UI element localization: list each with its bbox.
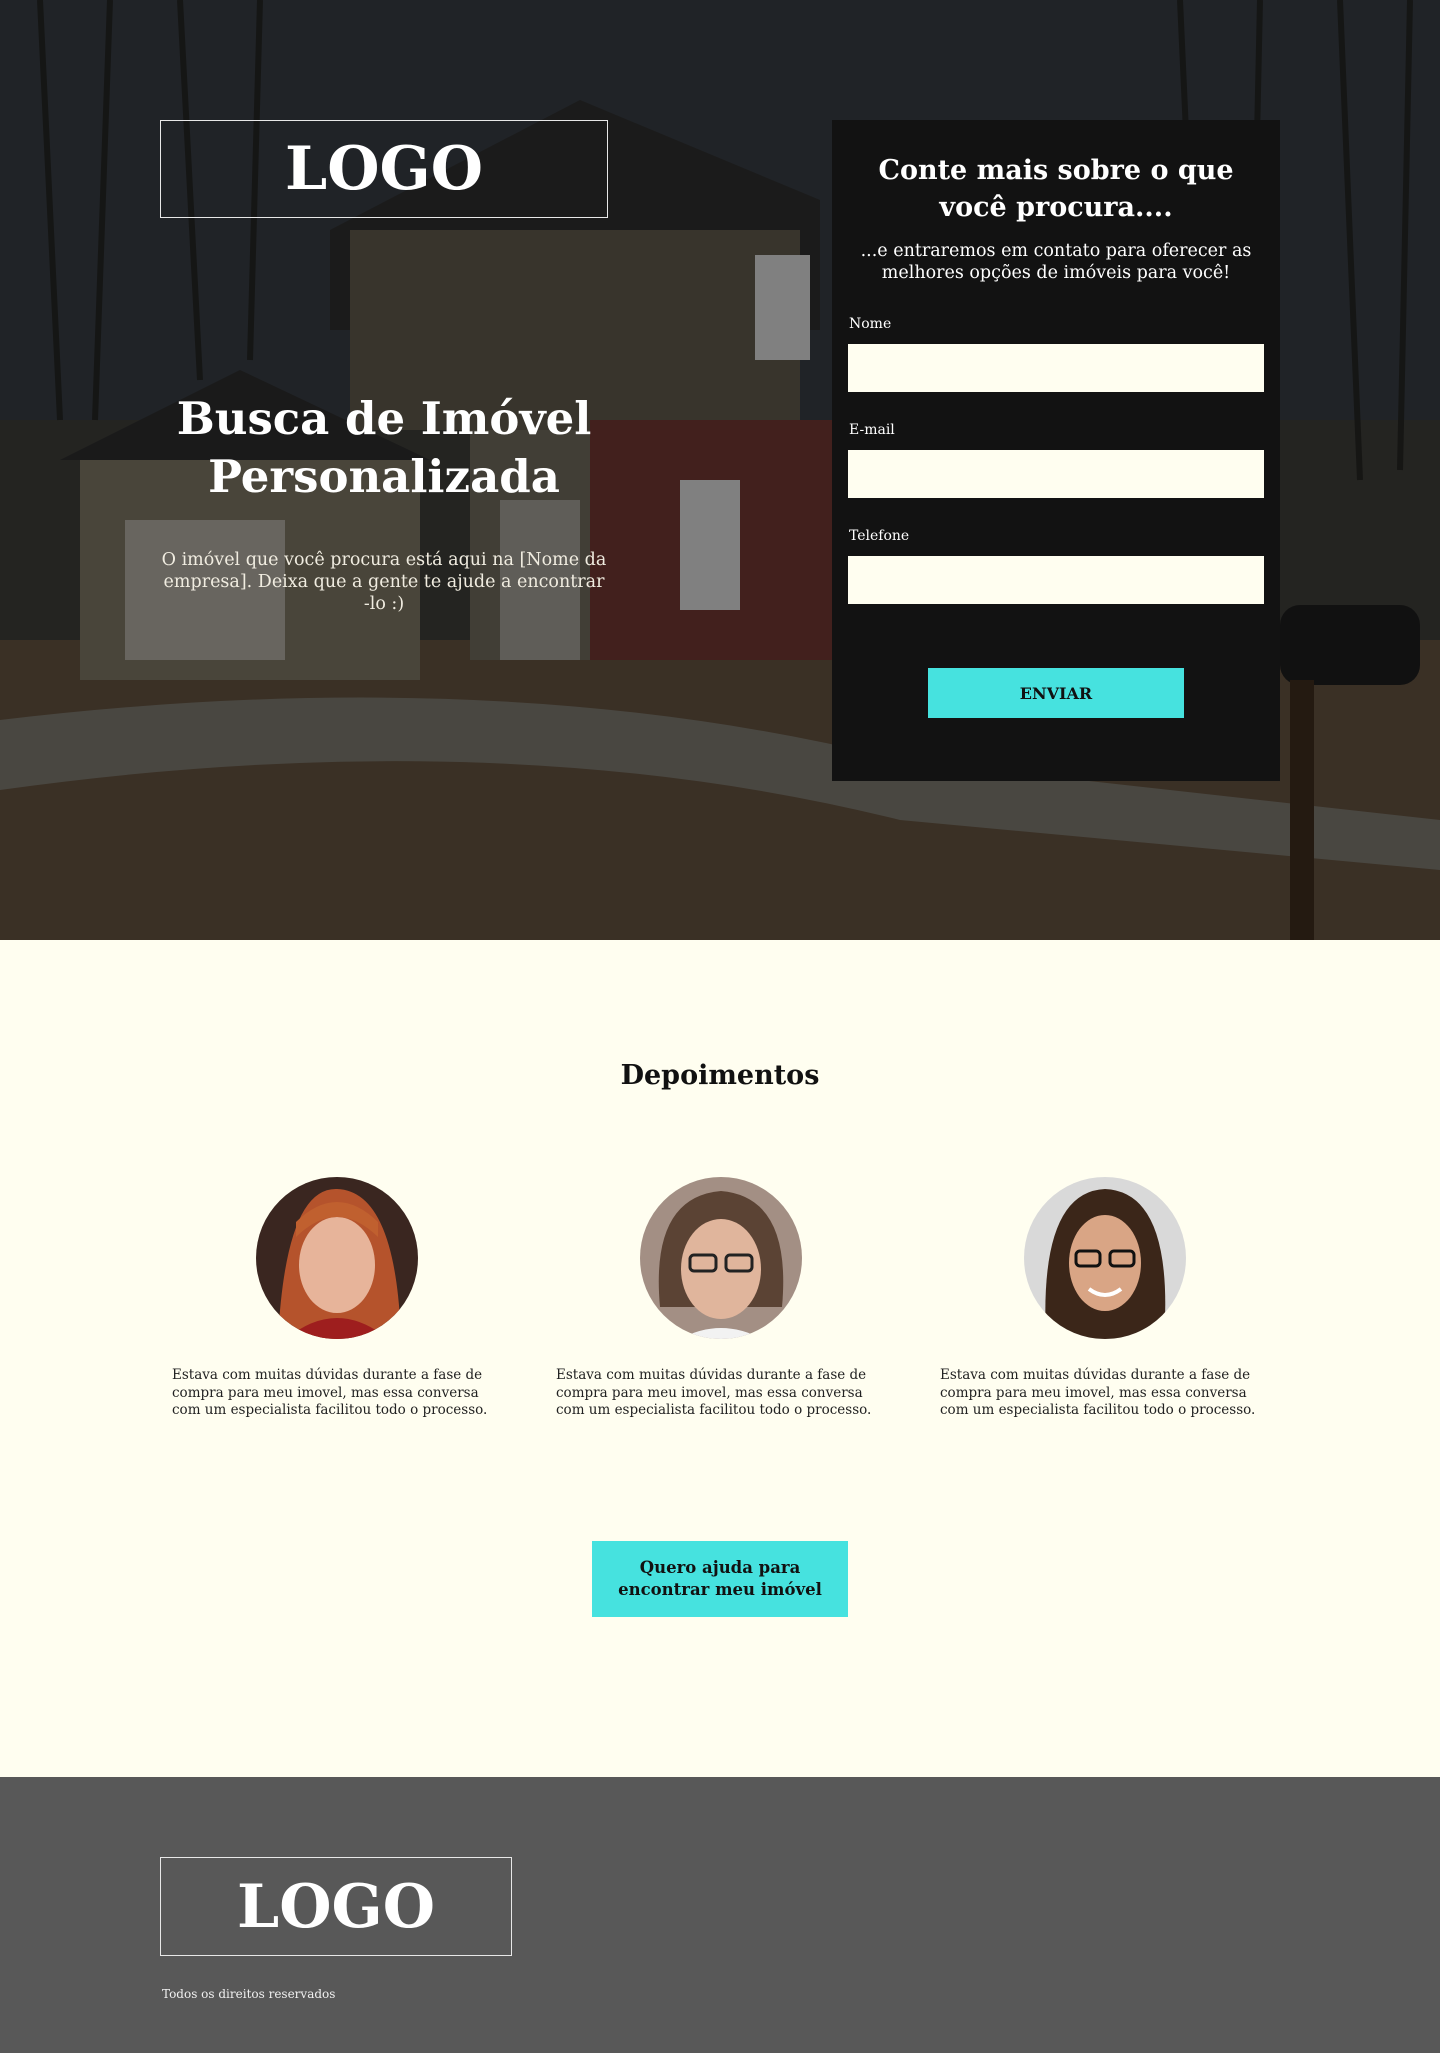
testimonial-avatar [1024,1177,1186,1339]
hero-subtitle: O imóvel que você procura está aqui na [… [161,550,607,614]
footer: LOGO Todos os direitos reservados [0,1777,1440,2053]
testimonial-text: Estava com muitas dúvidas durante a fase… [172,1367,488,1418]
header-logo[interactable]: LOGO [160,120,608,218]
email-field-label: E-mail [849,422,895,438]
person-photo-icon [1024,1177,1186,1339]
testimonial-text: Estava com muitas dúvidas durante a fase… [556,1367,872,1418]
hero-title: Busca de Imóvel Personalizada [176,392,592,503]
email-field[interactable] [848,450,1264,498]
form-subtitle: ...e entraremos em contato para oferecer… [860,241,1252,283]
person-photo-icon [256,1177,418,1339]
form-title: Conte mais sobre o que você procura.... [878,155,1234,223]
testimonials-title: Depoimentos [620,1060,820,1091]
find-property-button[interactable]: Quero ajuda para encontrar meu imóvel [592,1541,848,1617]
send-button[interactable]: ENVIAR [928,668,1184,718]
footer-logo[interactable]: LOGO [160,1857,512,1956]
testimonial-avatar [640,1177,802,1339]
name-field-label: Nome [849,316,892,332]
person-photo-icon [640,1177,802,1339]
logo-text: LOGO [285,134,483,204]
name-field[interactable] [848,344,1264,392]
copyright-text: Todos os direitos reservados [162,1987,336,2001]
testimonial-avatar [256,1177,418,1339]
hero-section: LOGO Busca de Imóvel Personalizada O imó… [0,0,1440,940]
logo-text: LOGO [237,1871,435,1942]
phone-field-label: Telefone [849,528,910,544]
testimonial-text: Estava com muitas dúvidas durante a fase… [940,1367,1256,1418]
phone-field[interactable] [848,556,1264,604]
contact-form: Conte mais sobre o que você procura.... … [832,120,1280,781]
